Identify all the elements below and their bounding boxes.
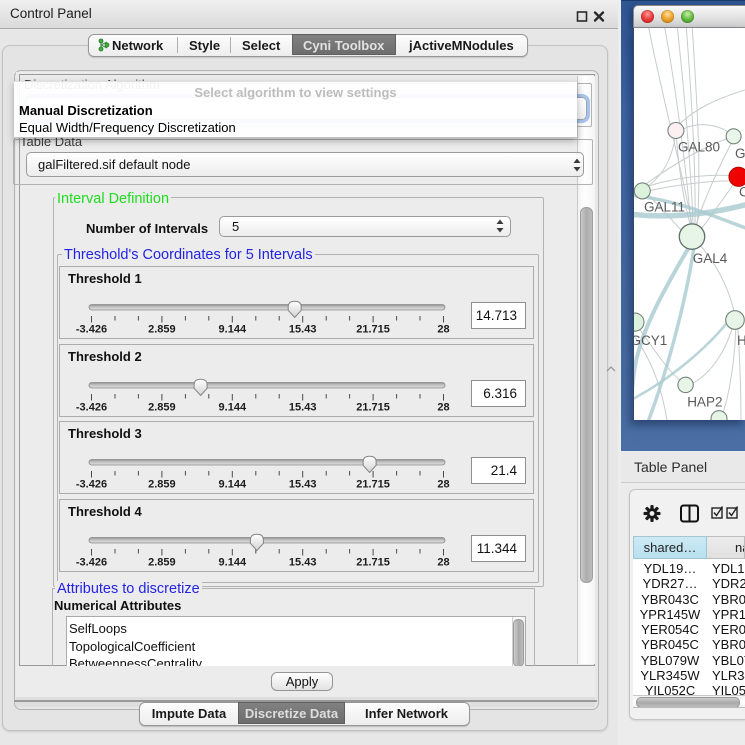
svg-text:28: 28 [437, 401, 449, 413]
svg-text:HAP2: HAP2 [687, 395, 722, 410]
svg-text:2.859: 2.859 [148, 324, 176, 336]
svg-text:-3.426: -3.426 [76, 556, 107, 568]
svg-text:9.144: 9.144 [219, 324, 247, 336]
svg-text:21.715: 21.715 [356, 324, 390, 336]
svg-text:9.144: 9.144 [219, 556, 247, 568]
svg-text:28: 28 [437, 324, 449, 336]
svg-text:GCY1: GCY1 [634, 333, 667, 348]
svg-text:-3.426: -3.426 [76, 324, 107, 336]
svg-text:21.715: 21.715 [356, 479, 390, 491]
svg-text:15.43: 15.43 [289, 479, 317, 491]
svg-text:28: 28 [437, 479, 449, 491]
svg-text:-3.426: -3.426 [76, 479, 107, 491]
svg-text:2.859: 2.859 [148, 401, 176, 413]
svg-text:GAL11: GAL11 [644, 200, 685, 215]
svg-text:9.144: 9.144 [219, 479, 247, 491]
svg-text:15.43: 15.43 [289, 556, 317, 568]
svg-text:GAL80: GAL80 [678, 140, 720, 155]
svg-text:GAL80: GAL80 [735, 146, 745, 161]
svg-text:28: 28 [437, 556, 449, 568]
svg-text:15.43: 15.43 [289, 324, 317, 336]
svg-text:HAP4: HAP4 [737, 333, 745, 348]
svg-text:2.859: 2.859 [148, 479, 176, 491]
svg-text:-3.426: -3.426 [76, 401, 107, 413]
svg-text:21.715: 21.715 [356, 401, 390, 413]
svg-text:15.43: 15.43 [289, 401, 317, 413]
svg-text:21.715: 21.715 [356, 556, 390, 568]
svg-text:GAL4: GAL4 [693, 251, 728, 266]
svg-text:CYC8: CYC8 [739, 185, 745, 200]
svg-text:2.859: 2.859 [148, 556, 176, 568]
svg-text:9.144: 9.144 [219, 401, 247, 413]
